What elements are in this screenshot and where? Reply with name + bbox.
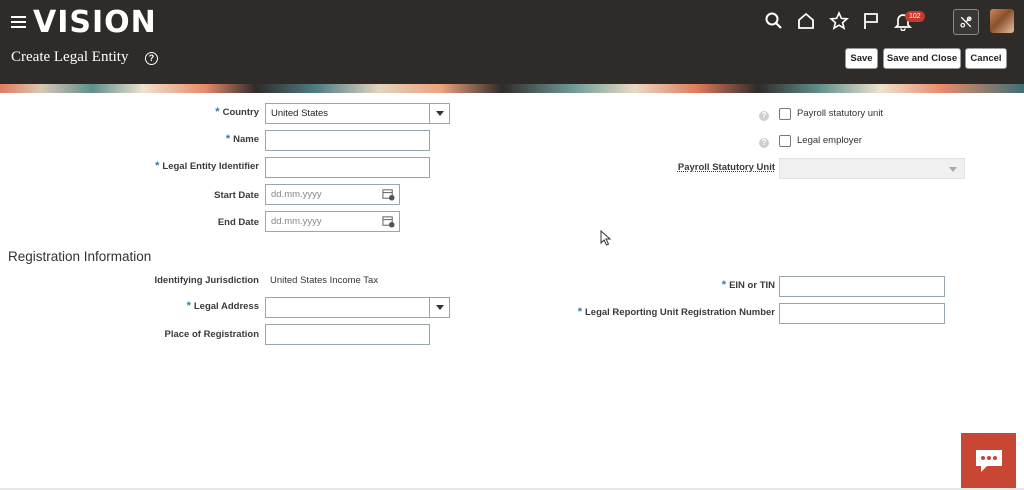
help-icon[interactable]: ? — [759, 111, 769, 121]
name-input[interactable] — [265, 130, 430, 151]
start-date-label: Start Date — [214, 190, 259, 201]
country-label: * Country — [215, 106, 259, 118]
flag-icon[interactable] — [861, 11, 881, 31]
star-icon[interactable] — [829, 11, 849, 31]
save-and-close-button[interactable]: Save and Close — [883, 48, 961, 69]
country-select[interactable]: United States — [265, 103, 450, 124]
place-of-registration-label: Place of Registration — [164, 329, 260, 340]
legal-address-label: * Legal Address — [186, 300, 259, 312]
notification-badge: 102 — [905, 11, 925, 22]
chat-icon[interactable] — [961, 433, 1016, 488]
legal-employer-checkbox[interactable] — [779, 135, 791, 147]
page-title: Create Legal Entity — [11, 49, 129, 65]
mouse-cursor-icon — [600, 230, 612, 246]
legal-address-select[interactable] — [265, 297, 450, 318]
start-date-input[interactable]: dd.mm.yyyy — [265, 184, 400, 205]
legal-employer-checkbox-label: Legal employer — [797, 135, 862, 146]
registration-section-title: Registration Information — [8, 249, 152, 264]
legal-reporting-unit-registration-number-label: * Legal Reporting Unit Registration Numbe… — [577, 306, 775, 318]
global-header: VISION 102 Create Legal Entity ? Save Sa… — [0, 0, 1024, 84]
legal-entity-identifier-input[interactable] — [265, 157, 430, 178]
payroll-statutory-unit-checkbox-label: Payroll statutory unit — [797, 108, 884, 119]
legal-entity-identifier-label: * Legal Entity Identifier — [155, 160, 259, 172]
home-icon[interactable] — [796, 11, 816, 31]
ein-or-tin-input[interactable] — [779, 276, 945, 297]
app-logo[interactable]: VISION — [33, 6, 157, 40]
help-icon[interactable]: ? — [759, 138, 769, 148]
payroll-statutory-unit-checkbox[interactable] — [779, 108, 791, 120]
name-label: * Name — [225, 133, 259, 145]
ein-or-tin-label: * EIN or TIN — [721, 279, 775, 291]
chevron-down-icon[interactable] — [429, 104, 449, 123]
cancel-button[interactable]: Cancel — [965, 48, 1007, 69]
search-icon[interactable] — [764, 11, 784, 31]
save-button[interactable]: Save — [845, 48, 878, 69]
help-icon[interactable]: ? — [145, 52, 158, 65]
user-avatar[interactable] — [990, 9, 1014, 33]
chevron-down-icon[interactable] — [429, 298, 449, 317]
tools-icon[interactable] — [953, 9, 979, 35]
payroll-statutory-unit-select — [779, 158, 965, 179]
place-of-registration-input[interactable] — [265, 324, 430, 345]
end-date-label: End Date — [217, 217, 259, 228]
calendar-icon[interactable] — [382, 215, 395, 228]
hamburger-icon[interactable] — [11, 16, 26, 29]
legal-reporting-unit-registration-number-input[interactable] — [779, 303, 945, 324]
calendar-icon[interactable] — [382, 188, 395, 201]
decorative-banner — [0, 84, 1024, 93]
identifying-jurisdiction-label: Identifying Jurisdiction — [154, 275, 259, 286]
end-date-input[interactable]: dd.mm.yyyy — [265, 211, 400, 232]
identifying-jurisdiction-value: United States Income Tax — [270, 275, 379, 286]
payroll-statutory-unit-label: Payroll Statutory Unit — [677, 162, 775, 173]
